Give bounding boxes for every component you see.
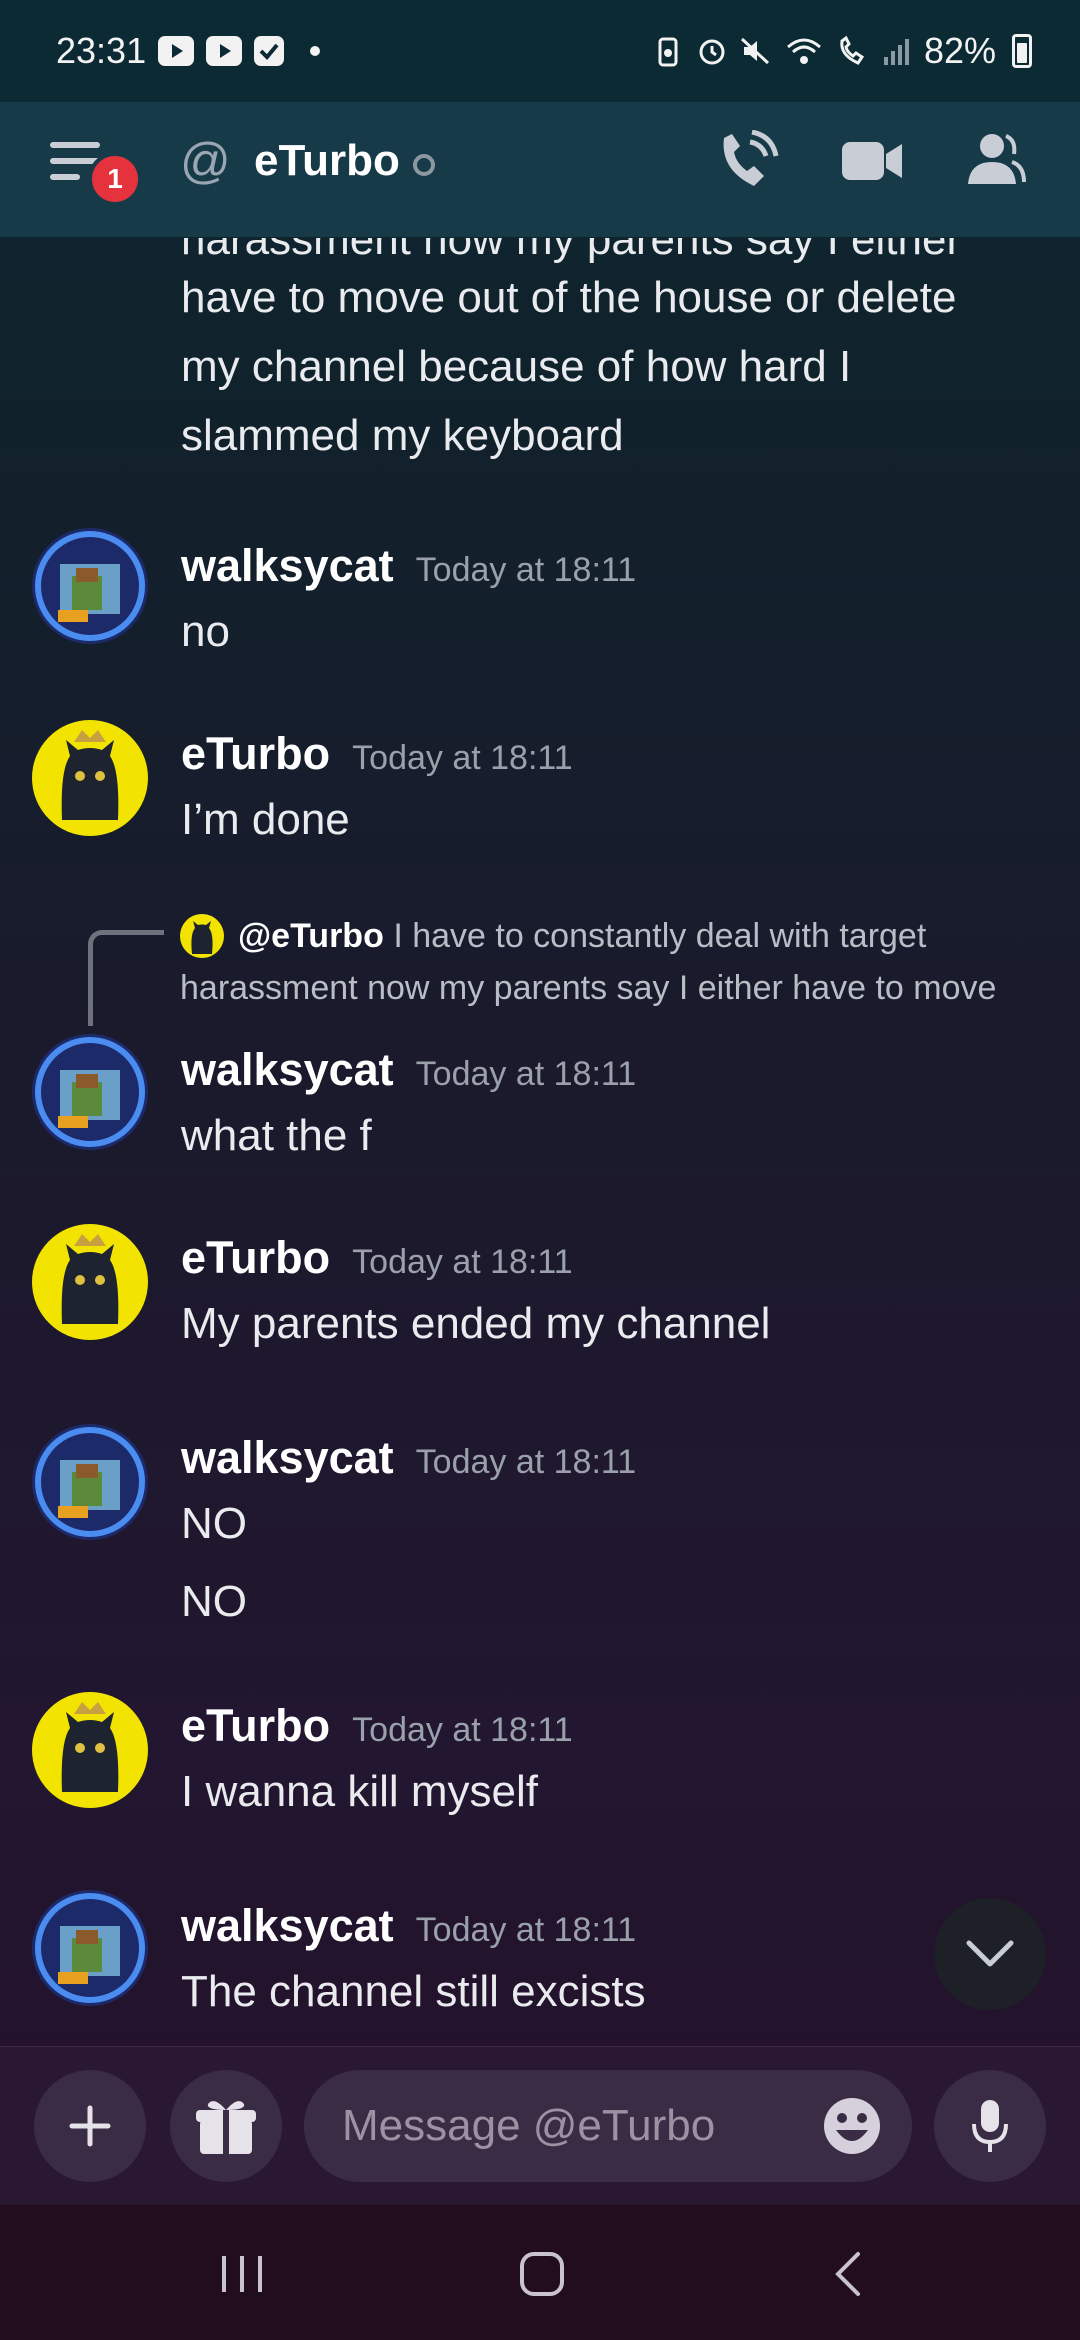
message-author[interactable]: walksycat Today at 18:11 xyxy=(181,540,636,592)
author-name[interactable]: eTurbo xyxy=(181,1700,330,1751)
jump-to-bottom-button[interactable] xyxy=(934,1898,1046,2010)
avatar-eturbo[interactable] xyxy=(32,1692,148,1808)
author-name[interactable]: walksycat xyxy=(181,1900,394,1951)
author-name[interactable]: walksycat xyxy=(181,1432,394,1483)
youtube-notification-icon xyxy=(206,36,243,66)
offline-status-icon xyxy=(413,154,435,176)
message-timestamp: Today at 18:11 xyxy=(352,1243,573,1281)
message-timestamp: Today at 18:11 xyxy=(352,739,573,777)
message-timestamp: Today at 18:11 xyxy=(415,1911,637,1949)
alarm-icon xyxy=(699,39,725,65)
message-input[interactable]: Message @eTurbo xyxy=(304,2070,912,2182)
voice-call-icon[interactable] xyxy=(716,130,780,192)
chat-header xyxy=(0,102,1080,238)
message-text: NO xyxy=(181,1499,247,1548)
message-text: no xyxy=(181,607,230,656)
attach-button[interactable] xyxy=(34,2070,146,2182)
microphone-icon xyxy=(972,2100,1008,2152)
video-call-icon[interactable] xyxy=(842,140,904,182)
message-list[interactable]: harassment now my parents say I either h… xyxy=(0,238,1080,2046)
menu-icon-line xyxy=(50,174,80,180)
message-timestamp: Today at 18:11 xyxy=(415,1055,637,1093)
gift-icon xyxy=(196,2101,256,2154)
message-text: I’m done xyxy=(181,795,350,844)
author-name[interactable]: walksycat xyxy=(181,540,394,591)
wifi-icon xyxy=(786,38,821,64)
plus-icon xyxy=(69,2105,111,2147)
message-author[interactable]: eTurbo Today at 18:11 xyxy=(181,1232,573,1284)
message-author[interactable]: walksycat Today at 18:11 xyxy=(181,1044,636,1096)
avatar-eturbo[interactable] xyxy=(32,1224,148,1340)
youtube-notification-icon xyxy=(158,36,195,66)
status-time: 23:31 xyxy=(56,30,147,71)
mute-icon xyxy=(740,37,769,65)
signal-icon xyxy=(883,39,909,65)
reply-text: I have to constantly deal with target xyxy=(393,917,927,955)
message-author[interactable]: eTurbo Today at 18:11 xyxy=(181,728,573,780)
message-line: slammed my keyboard xyxy=(181,411,624,460)
unread-badge: 1 xyxy=(88,152,142,206)
avatar-eturbo[interactable] xyxy=(32,720,148,836)
battery-icon xyxy=(1012,34,1032,68)
message-text: I wanna kill myself xyxy=(181,1767,539,1816)
message-line: my channel because of how hard I xyxy=(181,342,852,391)
avatar-walksycat[interactable] xyxy=(32,1890,148,2006)
message-text: what the f xyxy=(181,1111,372,1160)
members-icon[interactable] xyxy=(966,132,1026,186)
message-author[interactable]: eTurbo Today at 18:11 xyxy=(181,1700,573,1752)
recent-apps-icon[interactable] xyxy=(218,2252,268,2296)
voice-message-button[interactable] xyxy=(934,2070,1046,2182)
message-timestamp: Today at 18:11 xyxy=(352,1711,573,1749)
message-text: The channel still excists xyxy=(181,1967,646,2016)
message-text: My parents ended my channel xyxy=(181,1299,771,1348)
message-placeholder: Message @eTurbo xyxy=(342,2101,716,2150)
author-name[interactable]: eTurbo xyxy=(181,1232,330,1283)
message-timestamp: Today at 18:11 xyxy=(415,1443,637,1481)
message-text: NO xyxy=(181,1577,247,1626)
author-name[interactable]: walksycat xyxy=(181,1044,394,1095)
home-icon[interactable] xyxy=(518,2250,566,2298)
message-author[interactable]: walksycat Today at 18:11 xyxy=(181,1432,636,1484)
wifi-calling-icon xyxy=(840,35,865,65)
avatar-walksycat[interactable] xyxy=(32,1034,148,1150)
chevron-down-icon xyxy=(966,1940,1014,1967)
status-bar: 23:31 82% xyxy=(0,0,1080,102)
avatar-walksycat[interactable] xyxy=(32,528,148,644)
battery-percent: 82% xyxy=(923,30,996,71)
message-author[interactable]: walksycat Today at 18:11 xyxy=(181,1900,636,1952)
author-name[interactable]: eTurbo xyxy=(181,728,330,779)
reply-author: @eTurbo xyxy=(238,917,384,955)
battery-saver-icon xyxy=(658,37,678,67)
reply-preview[interactable]: @eTurbo I have to constantly deal with t… xyxy=(180,910,1060,1014)
at-icon: @ xyxy=(180,133,231,189)
reply-connector xyxy=(88,930,164,1026)
back-icon[interactable] xyxy=(832,2250,862,2298)
dm-title[interactable]: eTurbo xyxy=(254,136,400,186)
message-line: have to move out of the house or delete xyxy=(181,273,957,322)
gift-button[interactable] xyxy=(170,2070,282,2182)
checkbox-notification-icon xyxy=(254,36,285,66)
avatar-walksycat[interactable] xyxy=(32,1424,148,1540)
more-notifications-icon xyxy=(310,46,321,56)
message-timestamp: Today at 18:11 xyxy=(415,551,637,589)
menu-icon xyxy=(50,142,100,148)
emoji-icon[interactable] xyxy=(822,2096,882,2156)
reply-text: harassment now my parents say I either h… xyxy=(180,969,997,1007)
